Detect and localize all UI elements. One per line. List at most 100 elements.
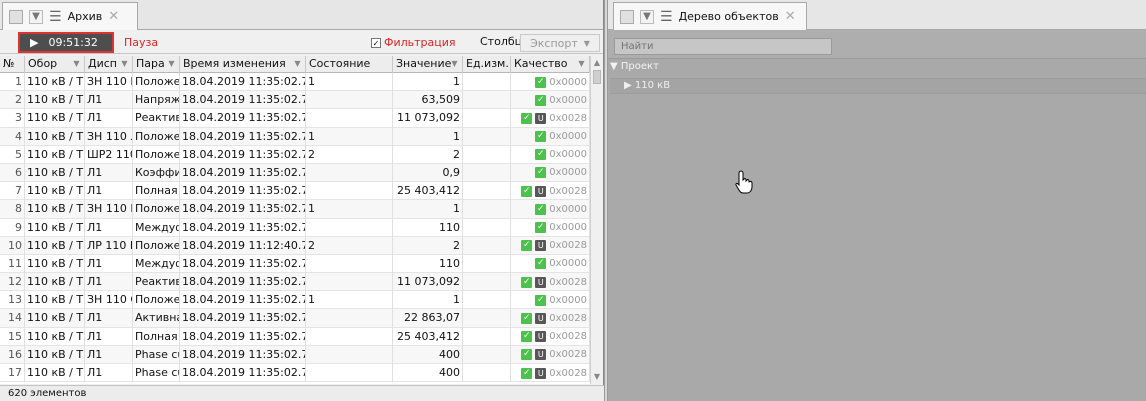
scroll-thumb[interactable] <box>593 70 601 84</box>
current-time: 09:51:32 <box>48 36 98 49</box>
tree-search-input[interactable] <box>614 38 832 55</box>
cell-quality: ✓ U 0x0028 <box>511 182 590 201</box>
cell-state: 1 <box>306 200 393 219</box>
quality-ok-icon: ✓ <box>535 222 547 233</box>
cell-dispatch: ЛР 110 ВЛ <box>85 236 133 255</box>
funnel-icon[interactable]: ▼ <box>576 58 587 69</box>
col-header-time[interactable]: Время изменения ▼ <box>180 56 306 73</box>
table-row[interactable]: 2110 кВ / ТЛ1Напряже18.04.2019 11:35:02.… <box>0 91 590 110</box>
cell-unit <box>463 345 511 364</box>
menu-icon[interactable]: ☰ <box>49 10 62 24</box>
row-number: 17 <box>0 364 25 382</box>
cell-dispatch: ЗН 110 Ш <box>85 200 133 219</box>
tree-node-row[interactable] <box>610 78 1146 94</box>
col-header-number[interactable]: № <box>0 56 25 73</box>
quality-ok-icon: ✓ <box>521 240 533 252</box>
tree-node-110kv[interactable]: ▶ 110 кВ <box>624 80 670 91</box>
cell-quality: ✓ 0x0000 <box>511 73 590 91</box>
table-row[interactable]: 8110 кВ / ТЗН 110 ШПоложен18.04.2019 11:… <box>0 200 590 219</box>
cell-unit <box>463 182 511 201</box>
row-number: 2 <box>0 91 25 110</box>
menu-icon[interactable]: ☰ <box>660 10 673 24</box>
close-icon[interactable]: ✕ <box>785 9 796 24</box>
status-bar: 620 элементов <box>0 385 604 401</box>
funnel-icon[interactable]: ▼ <box>640 9 654 24</box>
play-button[interactable]: ▶ 09:51:32 <box>18 32 114 53</box>
funnel-icon[interactable]: ▼ <box>29 9 43 24</box>
col-header-dispatch[interactable]: Дисп ▼ <box>85 56 133 73</box>
table-row[interactable]: 4110 кВ / ТЗН 110 Л(Положен18.04.2019 11… <box>0 127 590 146</box>
cell-time: 18.04.2019 11:35:02.714000 <box>180 327 306 346</box>
archive-tab-title: Архив <box>67 10 103 23</box>
cell-unit <box>463 109 511 128</box>
cell-param: Положен <box>133 291 180 310</box>
cell-state <box>306 273 393 292</box>
col-header-quality[interactable]: Качество ▼ <box>511 56 590 73</box>
table-row[interactable]: 1110 кВ / ТЗН 110 ШПоложен18.04.2019 11:… <box>0 73 590 92</box>
pause-label[interactable]: Пауза <box>124 36 158 49</box>
cell-param: Phase cur <box>133 345 180 364</box>
funnel-icon[interactable]: ▼ <box>71 58 82 69</box>
row-number: 5 <box>0 145 25 164</box>
table-row[interactable]: 11110 кВ / ТЛ1Междуфа18.04.2019 11:35:02… <box>0 254 590 274</box>
table-row[interactable]: 7110 кВ / ТЛ1Полная м18.04.2019 11:35:02… <box>0 182 590 201</box>
col-header-param[interactable]: Пара ▼ <box>133 56 180 73</box>
pane-toggle-icon[interactable] <box>9 9 23 24</box>
row-number: 12 <box>0 273 25 292</box>
vertical-scrollbar[interactable]: ▲ ▼ <box>590 56 603 384</box>
table-row[interactable]: 10110 кВ / ТЛР 110 ВЛПоложен18.04.2019 1… <box>0 236 590 255</box>
table-row[interactable]: 3110 кВ / ТЛ1Реактивн18.04.2019 11:35:02… <box>0 109 590 128</box>
funnel-icon[interactable]: ▼ <box>292 58 303 69</box>
cell-time: 18.04.2019 11:35:02.714000 <box>180 163 306 182</box>
cell-dispatch: Л1 <box>85 91 133 110</box>
row-number: 16 <box>0 345 25 364</box>
cell-state <box>306 109 393 128</box>
cell-value: 11 073,092 <box>393 273 463 292</box>
filter-toggle[interactable]: ✓ Фильтрация <box>371 36 456 49</box>
funnel-icon[interactable]: ▼ <box>449 58 460 69</box>
checkbox-icon[interactable]: ✓ <box>371 37 381 48</box>
archive-tab[interactable]: ▼ ☰ Архив ✕ <box>2 2 138 30</box>
quality-code: 0x0028 <box>549 240 587 252</box>
collapse-arrow-icon[interactable]: ▶ <box>624 80 632 91</box>
cell-quality: ✓ 0x0000 <box>511 163 590 182</box>
table-row[interactable]: 15110 кВ / ТЛ1Полная м18.04.2019 11:35:0… <box>0 327 590 346</box>
close-icon[interactable]: ✕ <box>108 9 119 24</box>
quality-code: 0x0000 <box>549 76 587 88</box>
object-tree-tab[interactable]: ▼ ☰ Дерево объектов ✕ <box>613 2 807 30</box>
export-dropdown[interactable]: Экспорт ▼ <box>520 34 600 52</box>
table-row[interactable]: 17110 кВ / ТЛ1Phase cur18.04.2019 11:35:… <box>0 364 590 383</box>
cell-state <box>306 345 393 364</box>
cell-quality: ✓ U 0x0028 <box>511 309 590 328</box>
funnel-icon[interactable]: ▼ <box>119 58 130 69</box>
play-icon: ▶ <box>30 36 39 49</box>
quality-uncertain-icon: U <box>535 276 547 288</box>
table-row[interactable]: 13110 кВ / ТЗН 110 ОІПоложен18.04.2019 1… <box>0 291 590 310</box>
tree-node-root[interactable]: ▼ Проект <box>610 61 659 72</box>
col-header-object[interactable]: Обор ▼ <box>25 56 85 73</box>
col-header-value[interactable]: Значение ▼ <box>393 56 463 73</box>
col-header-unit[interactable]: Ед.изм. <box>463 56 511 73</box>
quality-uncertain-icon: U <box>535 349 547 361</box>
table-row[interactable]: 9110 кВ / ТЛ1Междуфа18.04.2019 11:35:02.… <box>0 218 590 237</box>
cell-value: 2 <box>393 145 463 164</box>
cell-dispatch: ШР2 110 І <box>85 145 133 164</box>
table-row[interactable]: 16110 кВ / ТЛ1Phase cur18.04.2019 11:35:… <box>0 345 590 364</box>
quality-code: 0x0028 <box>549 331 587 343</box>
scroll-up-icon[interactable]: ▲ <box>591 57 603 69</box>
cell-time: 18.04.2019 11:35:02.714000 <box>180 254 306 273</box>
table-row[interactable]: 6110 кВ / ТЛ1Коэффиц18.04.2019 11:35:02.… <box>0 163 590 183</box>
quality-uncertain-icon: U <box>535 240 547 252</box>
scroll-down-icon[interactable]: ▼ <box>591 371 603 383</box>
expand-arrow-icon[interactable]: ▼ <box>610 61 618 72</box>
cell-dispatch: Л1 <box>85 327 133 346</box>
funnel-icon[interactable]: ▼ <box>166 58 177 69</box>
pane-toggle-icon[interactable] <box>620 9 634 24</box>
cell-dispatch: ЗН 110 Л( <box>85 127 133 146</box>
table-row[interactable]: 12110 кВ / ТЛ1Реактивн18.04.2019 11:35:0… <box>0 273 590 292</box>
table-row[interactable]: 14110 кВ / ТЛ1Активная18.04.2019 11:35:0… <box>0 309 590 328</box>
cell-unit <box>463 200 511 219</box>
col-header-state[interactable]: Состояние <box>306 56 393 73</box>
cell-quality: ✓ U 0x0028 <box>511 236 590 255</box>
table-row[interactable]: 5110 кВ / ТШР2 110 ІПоложен18.04.2019 11… <box>0 145 590 164</box>
